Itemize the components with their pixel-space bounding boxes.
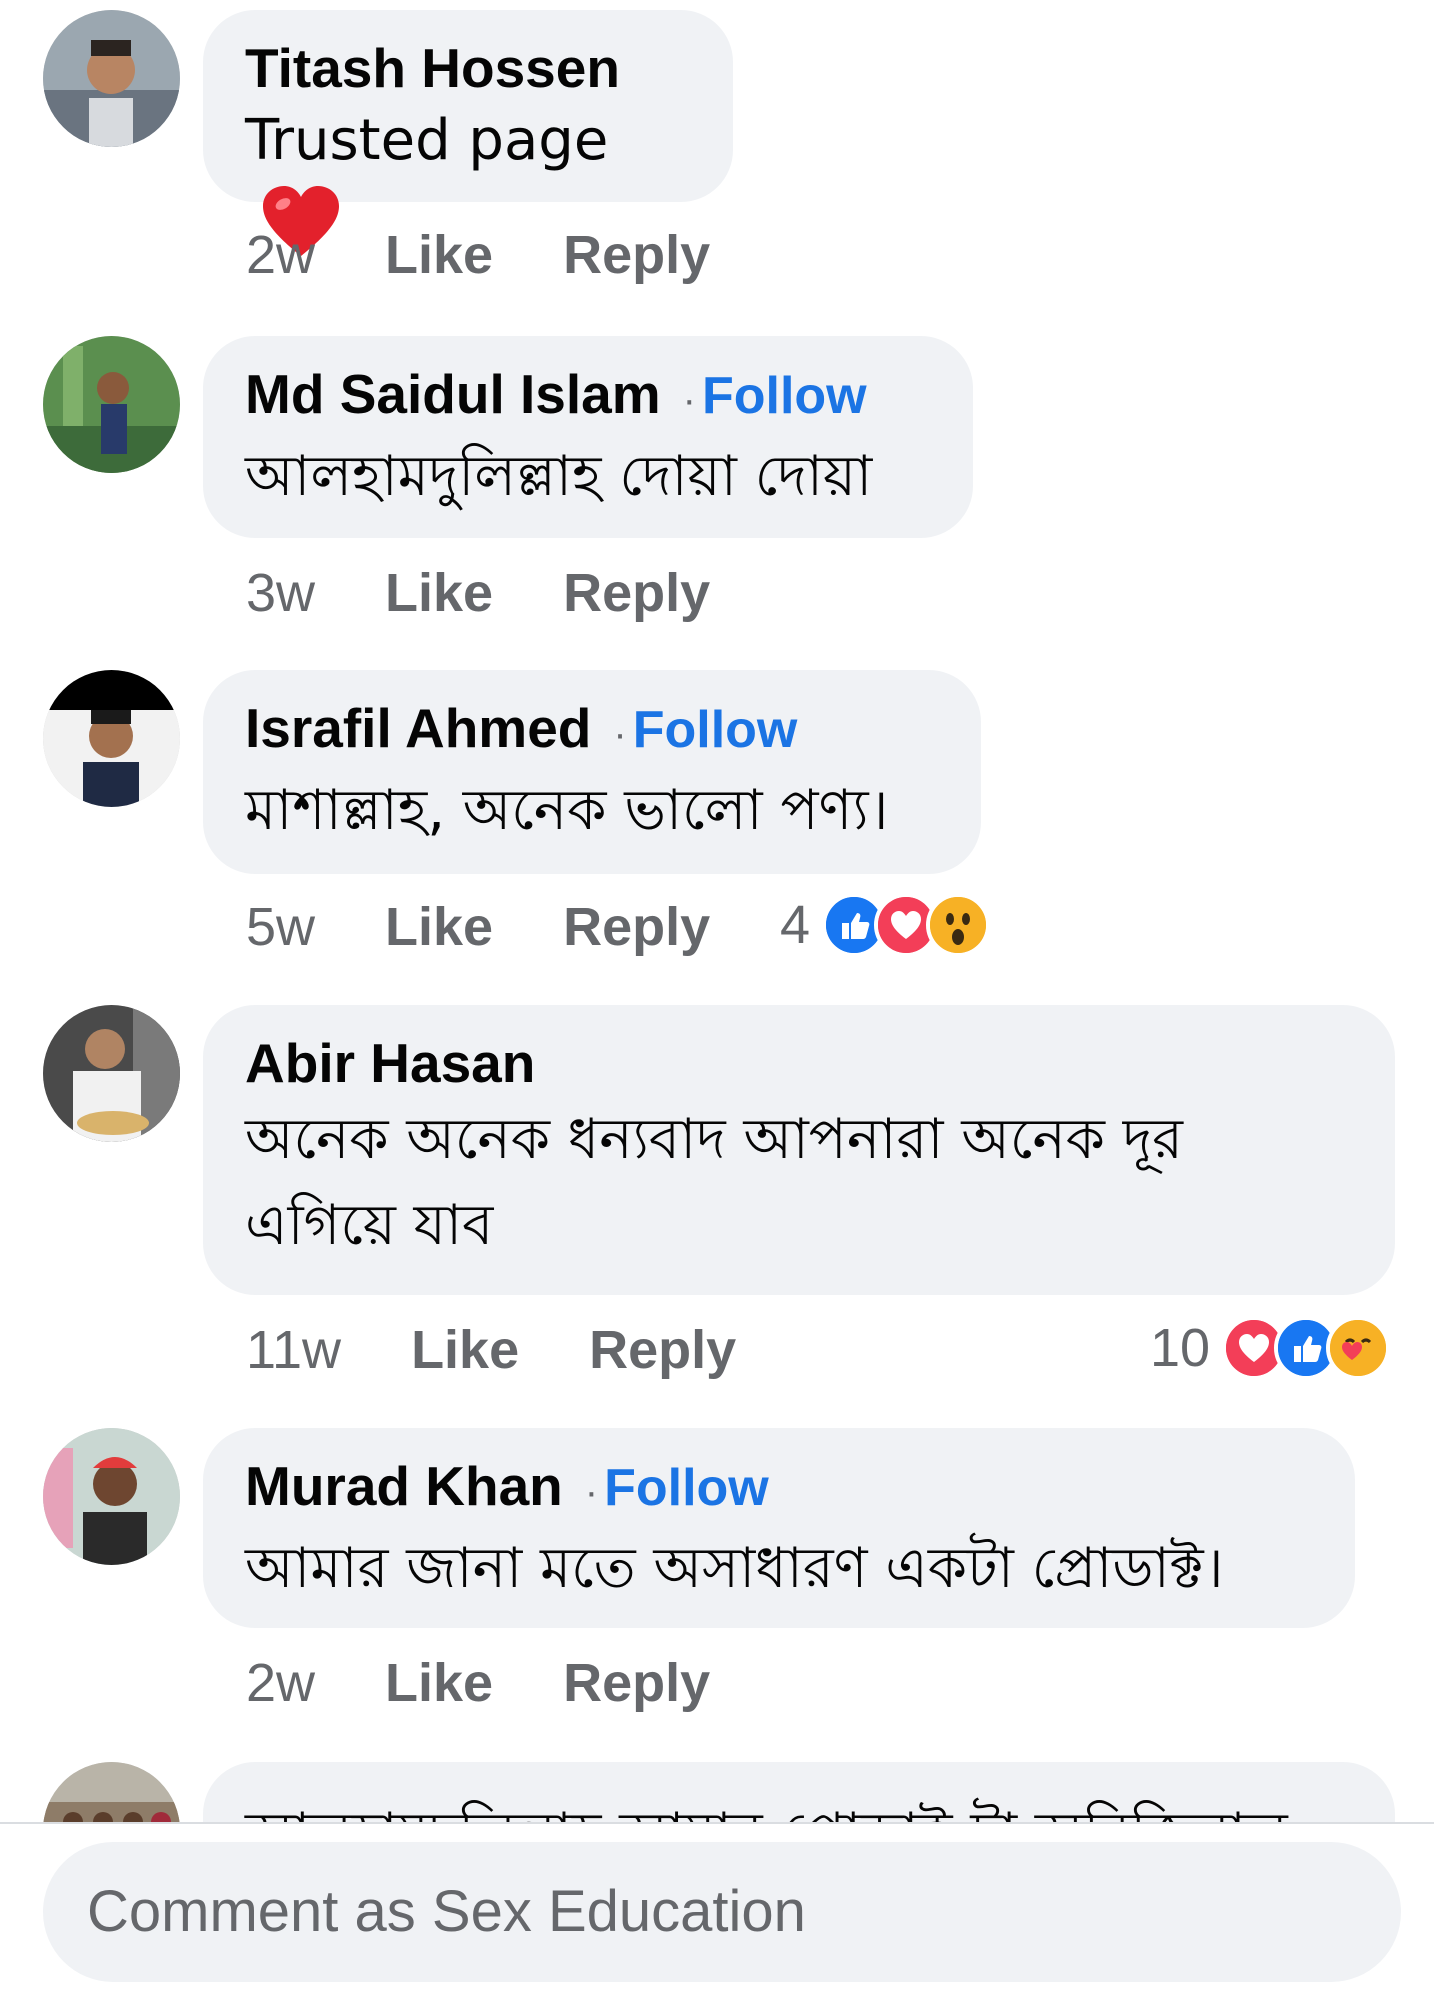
like-button[interactable]: Like	[411, 1320, 519, 1380]
avatar[interactable]	[43, 1005, 180, 1142]
comment-text: অনেক অনেক ধন্যবাদ আপনারা অনেক দূর এগিয়ে…	[245, 1107, 1183, 1258]
comment-time[interactable]: 5w	[246, 897, 315, 957]
comment-time[interactable]: 2w	[246, 225, 315, 285]
follow-button[interactable]: Follow	[633, 701, 798, 759]
follow-button[interactable]: Follow	[702, 367, 867, 425]
comment-input-placeholder: Comment as Sex Education	[87, 1879, 806, 1944]
divider	[0, 1822, 1434, 1824]
comment-time[interactable]: 2w	[246, 1653, 315, 1713]
comment-bubble: Md Saidul Islam · Follow আলহামদুলিল্লাহ দো…	[203, 336, 973, 538]
reply-button[interactable]: Reply	[563, 225, 710, 285]
author-name[interactable]: Titash Hossen	[245, 37, 620, 99]
avatar[interactable]	[43, 336, 180, 473]
comment-list: Titash Hossen Trusted page 2w Like Reply M…	[0, 0, 1434, 1822]
comment-bubble: Abir Hasan অনেক অনেক ধন্যবাদ আপনারা অনেক…	[203, 1005, 1395, 1295]
author-name[interactable]: Abir Hasan	[245, 1032, 535, 1094]
comment-text: আলহামদুলিল্লাহ দোয়া দোয়া	[245, 444, 873, 509]
comment-bubble: আলহামদুলিল্লাহ আমার প্রোডাক্ট টা অরিজিনা…	[203, 1762, 1395, 1822]
comment-actions: 2w Like Reply	[246, 220, 710, 290]
like-button[interactable]: Like	[385, 225, 493, 285]
comment-text: Trusted page	[245, 108, 609, 173]
comment-bubble: Titash Hossen Trusted page	[203, 10, 733, 256]
reply-button[interactable]: Reply	[589, 1320, 736, 1380]
author-name[interactable]: Murad Khan	[245, 1455, 563, 1517]
like-button[interactable]: Like	[385, 563, 493, 623]
comment-text: মাশাল্লাহ, অনেক ভালো পণ্য।	[245, 778, 889, 843]
reply-button[interactable]: Reply	[563, 897, 710, 957]
comment-bubble: Murad Khan · Follow আমার জানা মতে অসাধারণ …	[203, 1428, 1355, 1628]
author-name[interactable]: Md Saidul Islam	[245, 363, 661, 425]
separator-dot: ·	[682, 378, 696, 422]
like-button[interactable]: Like	[385, 897, 493, 957]
comment-bubble: Israfil Ahmed · Follow মাশাল্লাহ, অনেক ভাল…	[203, 670, 981, 874]
care-reaction-icon	[1326, 1316, 1391, 1380]
comment-input[interactable]: Comment as Sex Education	[43, 1842, 1401, 1982]
comment-time[interactable]: 11w	[246, 1320, 341, 1380]
reaction-summary[interactable]: 4	[780, 890, 991, 960]
separator-dot: ·	[613, 712, 627, 756]
comment-actions: 3w Like Reply	[246, 558, 710, 628]
comment-actions: 5w Like Reply	[246, 892, 710, 962]
follow-button[interactable]: Follow	[604, 1459, 769, 1517]
author-name[interactable]: Israfil Ahmed	[245, 697, 591, 759]
reply-button[interactable]: Reply	[563, 563, 710, 623]
comment-actions: 2w Like Reply	[246, 1648, 710, 1718]
comment-text: আমার জানা মতে অসাধারণ একটা প্রোডাক্ট।	[245, 1536, 1224, 1601]
comment-text: আলহামদুলিল্লাহ আমার প্রোডাক্ট টা অরিজিনা…	[245, 1801, 1288, 1822]
reaction-count: 10	[1150, 1318, 1211, 1378]
reply-button[interactable]: Reply	[563, 1653, 710, 1713]
wow-reaction-icon	[926, 893, 991, 957]
like-button[interactable]: Like	[385, 1653, 493, 1713]
avatar[interactable]	[43, 10, 180, 147]
comment-time[interactable]: 3w	[246, 563, 315, 623]
avatar[interactable]	[43, 670, 180, 807]
reaction-count: 4	[780, 895, 811, 955]
comment-actions: 11w Like Reply	[246, 1315, 736, 1385]
separator-dot: ·	[584, 1470, 599, 1514]
reaction-summary[interactable]: 10	[1150, 1313, 1391, 1383]
avatar[interactable]	[43, 1762, 180, 1822]
avatar[interactable]	[43, 1428, 180, 1565]
